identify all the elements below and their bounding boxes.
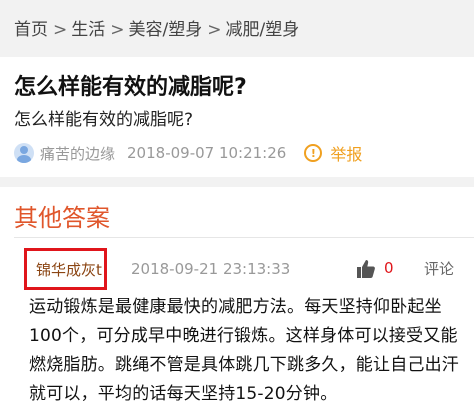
question-block: 怎么样能有效的减脂呢? 怎么样能有效的减脂呢? 痛苦的边缘 2018-09-07… (0, 57, 474, 177)
answer-author-highlight: 锦华成灰t (24, 248, 107, 290)
breadcrumb-beauty[interactable]: 美容/塑身 (129, 20, 203, 40)
other-answers-heading: 其他答案 (14, 204, 110, 232)
answer-meta: 锦华成灰t 2018-09-21 23:13:33 0 评论 (0, 246, 474, 290)
answer-date: 2018-09-21 23:13:33 (131, 260, 291, 278)
answer-author[interactable]: 锦华成灰t (36, 259, 102, 280)
thumbs-up-icon[interactable] (356, 259, 376, 279)
like-count: 0 (384, 259, 394, 277)
question-meta: 痛苦的边缘 2018-09-07 10:21:26 ! 举报 (14, 142, 362, 164)
breadcrumb-separator: > (110, 20, 125, 40)
breadcrumb-separator: > (53, 20, 68, 40)
breadcrumb-life[interactable]: 生活 (71, 20, 105, 40)
question-date: 2018-09-07 10:21:26 (127, 144, 287, 162)
user-avatar-icon (14, 143, 34, 163)
breadcrumb-separator: > (207, 20, 222, 40)
question-author[interactable]: 痛苦的边缘 (40, 143, 115, 164)
report-link[interactable]: 举报 (330, 141, 362, 165)
question-title: 怎么样能有效的减脂呢? (14, 75, 247, 100)
breadcrumb: 首页 > 生活 > 美容/塑身 > 减肥/塑身 (0, 0, 474, 57)
comment-link[interactable]: 评论 (424, 258, 454, 279)
warning-icon[interactable]: ! (304, 144, 323, 162)
breadcrumb-weight-loss[interactable]: 减肥/塑身 (225, 20, 299, 40)
question-body: 怎么样能有效的减脂呢? (14, 110, 194, 130)
answer-body: 运动锻炼是最健康最快的减肥方法。每天坚持仰卧起坐100个，可分成早中晚进行锻炼。… (29, 297, 459, 404)
section-divider (0, 177, 474, 187)
breadcrumb-home[interactable]: 首页 (14, 20, 48, 40)
heading-underline (14, 237, 474, 238)
